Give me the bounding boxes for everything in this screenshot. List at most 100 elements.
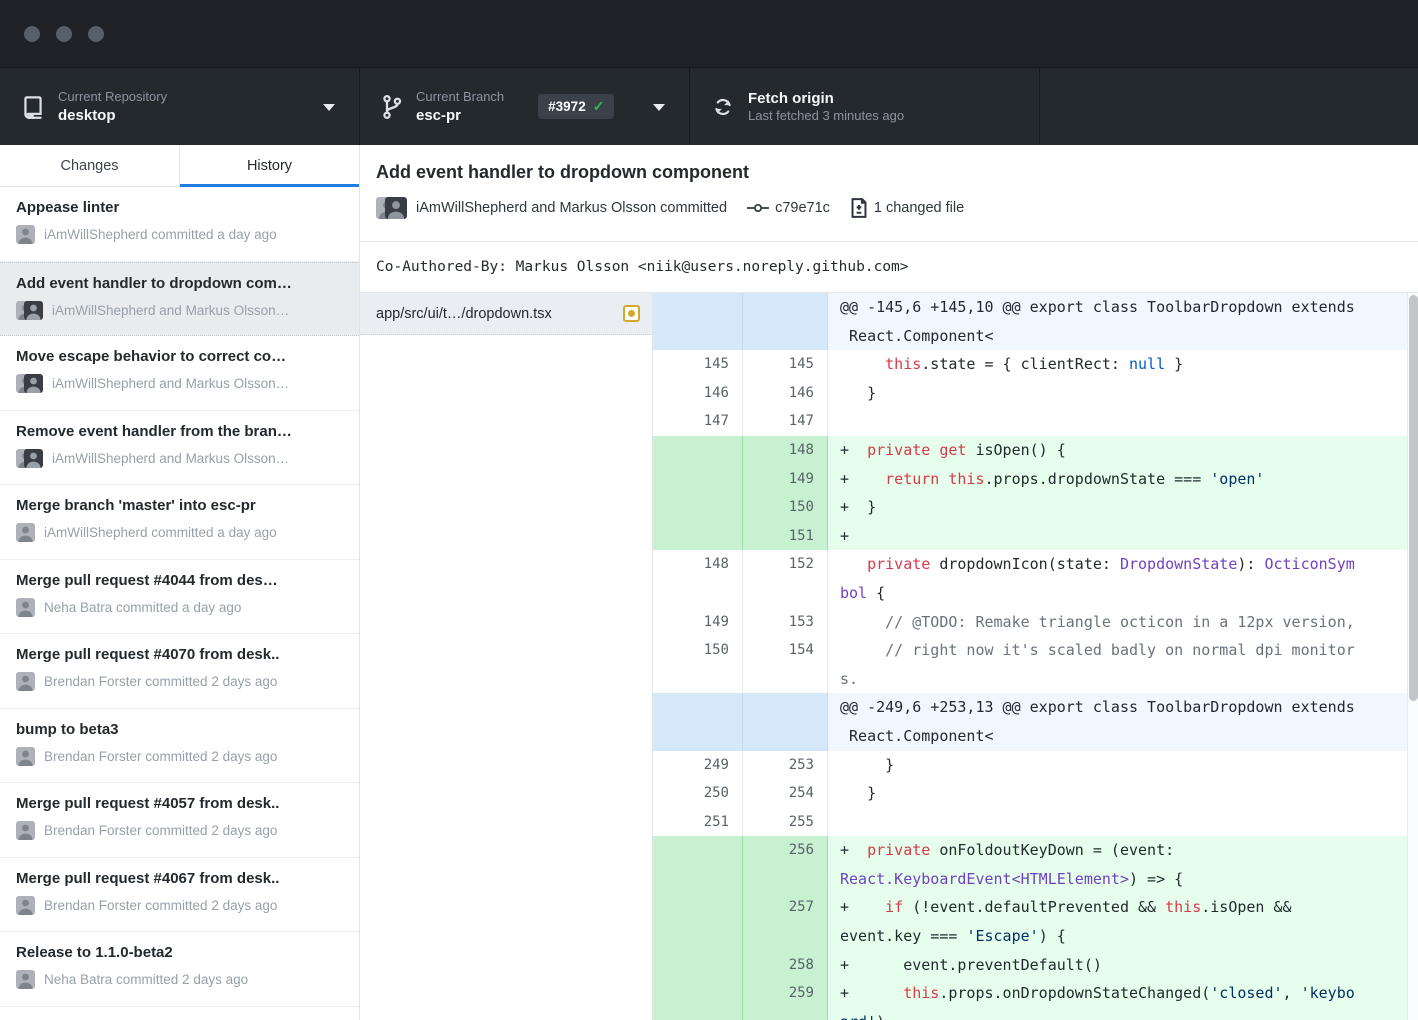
zoom-button[interactable] xyxy=(88,26,104,42)
commit-item-title: Merge pull request #4057 from desk.. xyxy=(16,794,343,813)
traffic-lights xyxy=(24,26,104,42)
commit-item-title: Release to 1.1.0-beta2 xyxy=(16,943,343,962)
avatar xyxy=(16,672,35,691)
git-branch-icon xyxy=(382,94,402,120)
changed-files-group: 1 changed file xyxy=(850,198,964,218)
diff-line: 251255 xyxy=(653,808,1418,837)
avatar xyxy=(16,970,35,989)
commit-item-title: Merge branch 'master' into esc-pr xyxy=(16,496,343,515)
modified-file-icon xyxy=(623,305,640,322)
diff-line: 149+ return this.props.dropdownState ===… xyxy=(653,465,1418,494)
diff-line: React.Component< xyxy=(653,722,1418,751)
avatar xyxy=(16,747,35,766)
commit-item-title: Merge pull request #4044 from des… xyxy=(16,571,343,590)
diff-line: event.key === 'Escape') { xyxy=(653,922,1418,951)
branch-name: esc-pr xyxy=(416,106,504,125)
commit-item-title: Merge pull request #4070 from desk.. xyxy=(16,645,343,664)
diff-line: 150154 // right now it's scaled badly on… xyxy=(653,636,1418,665)
commit-list-item[interactable]: Merge pull request #4070 from desk.. Bren… xyxy=(0,634,359,709)
sidebar: Changes History Appease linteriAmWillShe… xyxy=(0,145,360,1020)
diff-line: 149153 // @TODO: Remake triangle octicon… xyxy=(653,608,1418,637)
changed-files-panel: app/src/ui/t…/dropdown.tsx xyxy=(360,293,653,1020)
diff-line: 256+ private onFoldoutKeyDown = (event: xyxy=(653,836,1418,865)
close-button[interactable] xyxy=(24,26,40,42)
file-path: app/src/ui/t…/dropdown.tsx xyxy=(376,306,615,322)
avatar xyxy=(16,896,35,915)
diff-line: @@ -145,6 +145,10 @@ export class Toolba… xyxy=(653,293,1418,322)
tab-changes[interactable]: Changes xyxy=(0,145,180,186)
diff-line: ard') xyxy=(653,1008,1418,1020)
commit-authors: iAmWillShepherd and Markus Olsson commit… xyxy=(416,200,727,216)
fetch-subtitle: Last fetched 3 minutes ago xyxy=(748,108,904,124)
commit-item-meta: iAmWillShepherd committed a day ago xyxy=(44,227,277,242)
chevron-down-icon xyxy=(323,104,335,111)
commit-item-meta: Neha Batra committed 2 days ago xyxy=(44,972,248,987)
diff-area: app/src/ui/t…/dropdown.tsx @@ -145,6 +14… xyxy=(360,293,1418,1020)
tab-history[interactable]: History xyxy=(180,145,359,186)
commit-item-meta: iAmWillShepherd committed a day ago xyxy=(44,525,277,540)
commit-title: Add event handler to dropdown component xyxy=(376,161,1418,183)
diff-lines: @@ -145,6 +145,10 @@ export class Toolba… xyxy=(653,293,1418,1020)
commit-list-item[interactable]: Move escape behavior to correct co…iAmWi… xyxy=(0,336,359,411)
commit-item-meta: iAmWillShepherd and Markus Olsson… xyxy=(52,376,289,391)
sidebar-tabs: Changes History xyxy=(0,145,359,187)
commit-hash-group: c79e71c xyxy=(747,200,830,216)
scrollbar-track[interactable] xyxy=(1407,293,1418,1020)
avatar xyxy=(16,301,43,320)
chevron-down-icon xyxy=(653,104,665,111)
scrollbar-thumb[interactable] xyxy=(1409,295,1418,701)
commit-list-item[interactable]: Merge pull request #4044 from des… Neha B… xyxy=(0,560,359,635)
repository-switcher[interactable]: Current Repository desktop xyxy=(0,68,360,145)
commit-history-list: Appease linteriAmWillShepherd committed … xyxy=(0,187,359,1020)
minimize-button[interactable] xyxy=(56,26,72,42)
diff-line: 146146 } xyxy=(653,379,1418,408)
diff-line: React.KeyboardEvent<HTMLElement>) => { xyxy=(653,865,1418,894)
commit-list-item[interactable]: Merge branch 'master' into esc-pr iAmWill… xyxy=(0,485,359,560)
commit-item-meta: Neha Batra committed a day ago xyxy=(44,600,241,615)
file-list-item[interactable]: app/src/ui/t…/dropdown.tsx xyxy=(360,293,652,335)
avatar xyxy=(385,197,407,219)
commit-item-meta: iAmWillShepherd and Markus Olsson… xyxy=(52,303,289,318)
commit-list-item[interactable]: Appease linteriAmWillShepherd committed … xyxy=(0,187,359,262)
diff-view: @@ -145,6 +145,10 @@ export class Toolba… xyxy=(653,293,1418,1020)
diff-line: 250254 } xyxy=(653,779,1418,808)
diff-line: 259+ this.props.onDropdownStateChanged('… xyxy=(653,979,1418,1008)
diff-line: 147147 xyxy=(653,407,1418,436)
commit-item-meta: Brendan Forster committed 2 days ago xyxy=(44,674,277,689)
git-commit-icon xyxy=(747,200,769,216)
avatar xyxy=(16,225,35,244)
commit-item-title: Remove event handler from the bran… xyxy=(16,422,343,441)
commit-list-item[interactable]: bump to beta3Brendan Forster committed 2… xyxy=(0,709,359,784)
diff-line: 145145 this.state = { clientRect: null } xyxy=(653,350,1418,379)
commit-list-item[interactable]: Merge pull request #4067 from desk..Bren… xyxy=(0,858,359,933)
commit-item-title: Add event handler to dropdown com… xyxy=(16,274,343,293)
commit-list-item[interactable]: Add event handler to dropdown com… iAmWil… xyxy=(0,262,359,337)
repo-icon xyxy=(22,95,44,119)
diff-line: 257+ if (!event.defaultPrevented && this… xyxy=(653,893,1418,922)
avatar xyxy=(16,449,43,468)
changed-files-count: 1 changed file xyxy=(874,200,964,216)
check-icon: ✓ xyxy=(593,98,605,115)
repository-name: desktop xyxy=(58,106,167,125)
repository-label: Current Repository xyxy=(58,89,167,105)
branch-label: Current Branch xyxy=(416,89,504,105)
commit-list-item[interactable]: Merge pull request #4050 from des… xyxy=(0,1007,359,1020)
diff-line: React.Component< xyxy=(653,322,1418,351)
branch-switcher[interactable]: Current Branch esc-pr #3972 ✓ xyxy=(360,68,690,145)
pr-number-badge: #3972 ✓ xyxy=(538,94,614,119)
pr-number: #3972 xyxy=(548,99,586,114)
window-titlebar xyxy=(0,0,1418,68)
sync-icon xyxy=(712,96,734,118)
commit-header: Add event handler to dropdown component … xyxy=(360,145,1418,241)
commit-list-item[interactable]: Release to 1.1.0-beta2 Neha Batra committ… xyxy=(0,932,359,1007)
commit-list-item[interactable]: Merge pull request #4057 from desk.. Bren… xyxy=(0,783,359,858)
avatar xyxy=(16,821,35,840)
fetch-origin-button[interactable]: Fetch origin Last fetched 3 minutes ago xyxy=(690,68,1040,145)
diff-line: 148152 private dropdownIcon(state: Dropd… xyxy=(653,550,1418,579)
commit-list-item[interactable]: Remove event handler from the bran…iAmWi… xyxy=(0,411,359,486)
diff-line: 148+ private get isOpen() { xyxy=(653,436,1418,465)
commit-item-meta: Brendan Forster committed 2 days ago xyxy=(44,823,277,838)
fetch-title: Fetch origin xyxy=(748,89,904,108)
diff-line: 249253 } xyxy=(653,751,1418,780)
toolbar-spacer xyxy=(1040,68,1418,145)
